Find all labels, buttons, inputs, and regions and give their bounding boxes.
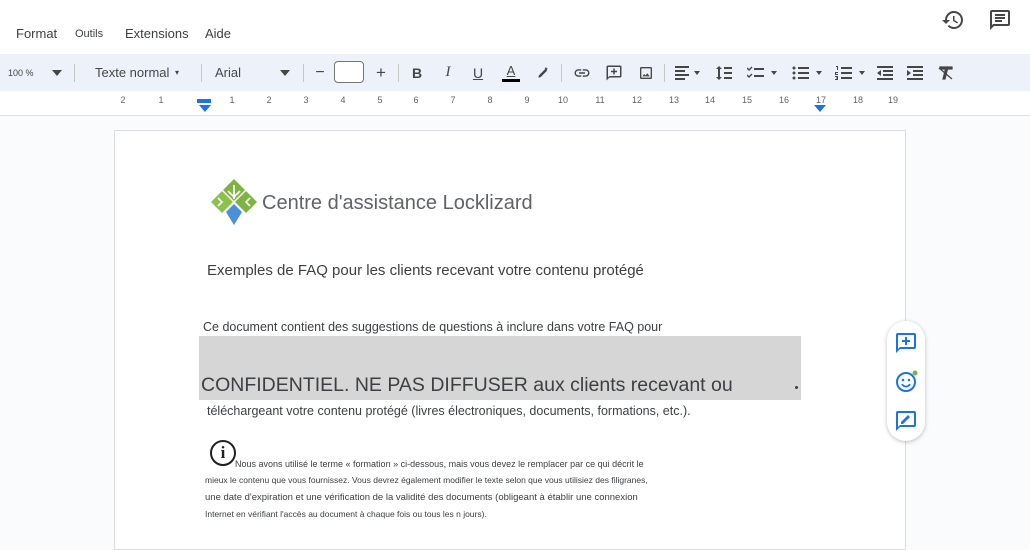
- clear-formatting-icon[interactable]: [936, 54, 956, 91]
- ruler-label: 6: [413, 95, 419, 105]
- intro-line-2: téléchargeant votre contenu protégé (liv…: [207, 404, 691, 418]
- increase-indent-icon[interactable]: [905, 54, 925, 91]
- first-line-indent-marker[interactable]: [197, 99, 211, 103]
- ruler-label: 9: [524, 95, 530, 105]
- style-select[interactable]: Texte normal: [95, 54, 169, 91]
- history-icon[interactable]: [941, 8, 965, 32]
- intro-line-1: Ce document contient des suggestions de …: [203, 320, 663, 334]
- text-color-swatch: [502, 78, 520, 82]
- toolbar-divider: [201, 64, 202, 82]
- ruler-label: 16: [778, 95, 790, 105]
- right-indent-marker[interactable]: [814, 105, 826, 112]
- toolbar-divider: [74, 64, 75, 82]
- style-dropdown-icon[interactable]: ▾: [175, 54, 179, 91]
- menu-outils[interactable]: Outils: [75, 28, 103, 40]
- menu-extensions[interactable]: Extensions: [125, 26, 189, 41]
- numbered-list-icon[interactable]: [833, 54, 869, 91]
- bulleted-list-icon[interactable]: [790, 54, 826, 91]
- ruler-label: 17: [815, 95, 827, 105]
- menu-format[interactable]: Format: [16, 26, 57, 41]
- font-size-input[interactable]: [334, 61, 364, 83]
- link-icon[interactable]: [572, 54, 592, 91]
- align-icon[interactable]: [673, 54, 703, 91]
- dot-marker: [795, 386, 798, 389]
- watermark-text: CONFIDENTIEL. NE PAS DIFFUSER aux client…: [201, 374, 733, 396]
- font-dropdown-icon[interactable]: [279, 54, 291, 91]
- ruler-label: 3: [303, 95, 309, 105]
- info-icon: i: [210, 440, 236, 466]
- document-page[interactable]: Centre d'assistance Locklizard Exemples …: [114, 130, 906, 550]
- ruler-label: 15: [741, 95, 753, 105]
- ruler-label: 10: [557, 95, 569, 105]
- insert-image-icon[interactable]: [636, 54, 656, 91]
- ruler-label: 14: [704, 95, 716, 105]
- text-color-glyph: A: [506, 62, 516, 78]
- ruler-label: 18: [852, 95, 864, 105]
- toolbar-divider: [561, 64, 562, 82]
- font-select[interactable]: Arial: [215, 54, 241, 91]
- left-indent-marker[interactable]: [199, 105, 211, 112]
- ruler-label: 13: [668, 95, 680, 105]
- line-spacing-icon[interactable]: [714, 54, 734, 91]
- ruler-label: 5: [377, 95, 383, 105]
- bold-button[interactable]: B: [410, 54, 424, 91]
- ruler-label: 4: [340, 95, 346, 105]
- locklizard-logo: [209, 177, 259, 227]
- checklist-icon[interactable]: [745, 54, 781, 91]
- ruler[interactable]: 2 1 1 2 3 4 5 6 7 8 9 10 11 12 13 14 15 …: [0, 91, 1030, 116]
- zoom-dropdown-icon[interactable]: [50, 54, 64, 91]
- document-subtitle: Exemples de FAQ pour les clients recevan…: [207, 262, 644, 279]
- ruler-label: 2: [120, 95, 126, 105]
- note-line-1: Nous avons utilisé le terme « formation …: [235, 459, 644, 469]
- menu-aide[interactable]: Aide: [205, 26, 231, 41]
- italic-button[interactable]: I: [441, 54, 455, 91]
- document-title: Centre d'assistance Locklizard: [262, 192, 533, 214]
- ruler-label: 7: [450, 95, 456, 105]
- ruler-label: 1: [158, 95, 164, 105]
- ruler-label: 1: [229, 95, 235, 105]
- ruler-label: 12: [631, 95, 643, 105]
- ruler-label: 19: [887, 95, 899, 105]
- suggest-edit-icon[interactable]: [894, 409, 918, 433]
- comment-icon[interactable]: [988, 8, 1012, 32]
- underline-button[interactable]: U: [471, 54, 485, 91]
- emoji-reaction-icon[interactable]: [894, 370, 918, 394]
- ruler-label: 2: [266, 95, 272, 105]
- toolbar-divider: [398, 64, 399, 82]
- highlight-icon[interactable]: [535, 54, 551, 91]
- add-comment-icon[interactable]: [604, 54, 624, 91]
- decrease-font-size-button[interactable]: −: [313, 54, 327, 91]
- note-line-4: Internet en vérifiant l'accès au documen…: [205, 509, 487, 519]
- note-line-3: une date d'expiration et une vérificatio…: [205, 492, 638, 503]
- toolbar-divider: [303, 64, 304, 82]
- increase-font-size-button[interactable]: +: [374, 54, 388, 91]
- note-line-2: mieux le contenu que vous fournissez. Vo…: [205, 475, 648, 485]
- toolbar: 100 % Texte normal ▾ Arial − + B I U A: [0, 54, 1030, 91]
- text-color-button[interactable]: A: [500, 54, 522, 91]
- ruler-label: 8: [487, 95, 493, 105]
- menu-bar: Format Outils Extensions Aide: [0, 0, 1030, 54]
- ruler-label: 11: [595, 95, 605, 105]
- floating-actions-panel: [887, 321, 925, 441]
- add-comment-float-icon[interactable]: [894, 331, 918, 355]
- toolbar-divider: [664, 64, 665, 82]
- zoom-select[interactable]: 100 %: [8, 54, 34, 91]
- decrease-indent-icon[interactable]: [875, 54, 895, 91]
